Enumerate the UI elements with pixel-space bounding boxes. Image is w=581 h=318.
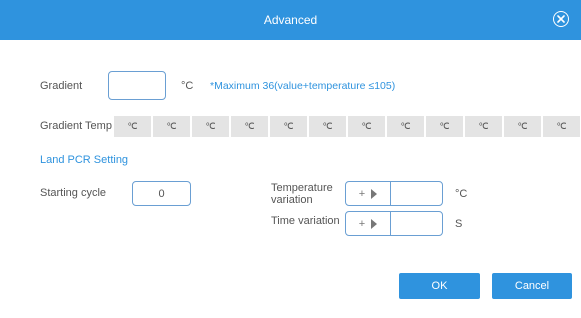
gradient-temp-cell[interactable]: ℃ [153, 116, 190, 137]
cancel-button[interactable]: Cancel [492, 273, 572, 299]
temperature-unit: °C [455, 188, 468, 200]
land-pcr-section-title: Land PCR Setting [40, 154, 129, 166]
time-variation-label: Time variation [271, 215, 340, 227]
time-variation-stepper[interactable]: + [345, 211, 443, 236]
starting-cycle-label: Starting cycle [40, 187, 107, 199]
gradient-temp-cells: ℃ ℃ ℃ ℃ ℃ ℃ ℃ ℃ ℃ ℃ ℃ ℃ ℃ [114, 116, 581, 137]
gradient-max-note: *Maximum 36(value+temperature ≤105) [210, 80, 396, 92]
temperature-sign: + [358, 187, 366, 200]
gradient-temp-cell[interactable]: ℃ [192, 116, 229, 137]
play-triangle-icon [371, 188, 378, 199]
stepper-divider [390, 182, 391, 205]
gradient-temp-cell[interactable]: ℃ [426, 116, 463, 137]
gradient-temp-cell[interactable]: ℃ [309, 116, 346, 137]
dialog-title-bar: Advanced [0, 0, 581, 40]
time-unit: S [455, 218, 463, 230]
dialog-title: Advanced [263, 13, 318, 27]
temperature-variation-stepper[interactable]: + [345, 181, 443, 206]
starting-cycle-input[interactable]: 0 [132, 181, 191, 206]
close-icon[interactable] [553, 11, 569, 27]
gradient-label: Gradient [40, 80, 83, 92]
gradient-temp-cell[interactable]: ℃ [387, 116, 424, 137]
gradient-temp-label: Gradient Temp [40, 120, 112, 132]
ok-button[interactable]: OK [399, 273, 480, 299]
temperature-variation-label-line2: variation [271, 194, 313, 206]
gradient-unit: °C [181, 80, 194, 92]
gradient-temp-cell[interactable]: ℃ [270, 116, 307, 137]
temperature-sign-toggle[interactable]: + [346, 182, 390, 205]
gradient-temp-cell[interactable]: ℃ [504, 116, 541, 137]
gradient-input[interactable] [108, 71, 166, 100]
time-sign-toggle[interactable]: + [346, 212, 390, 235]
gradient-temp-cell[interactable]: ℃ [231, 116, 268, 137]
time-sign: + [358, 217, 366, 230]
temperature-variation-label: Temperature variation [271, 182, 333, 206]
play-triangle-icon [371, 218, 378, 229]
gradient-temp-cell[interactable]: ℃ [465, 116, 502, 137]
gradient-temp-cell[interactable]: ℃ [114, 116, 151, 137]
stepper-divider [390, 212, 391, 235]
temperature-variation-label-line1: Temperature [271, 182, 333, 194]
close-x-glyph [557, 15, 565, 23]
gradient-temp-cell[interactable]: ℃ [348, 116, 385, 137]
gradient-temp-cell[interactable]: ℃ [543, 116, 580, 137]
